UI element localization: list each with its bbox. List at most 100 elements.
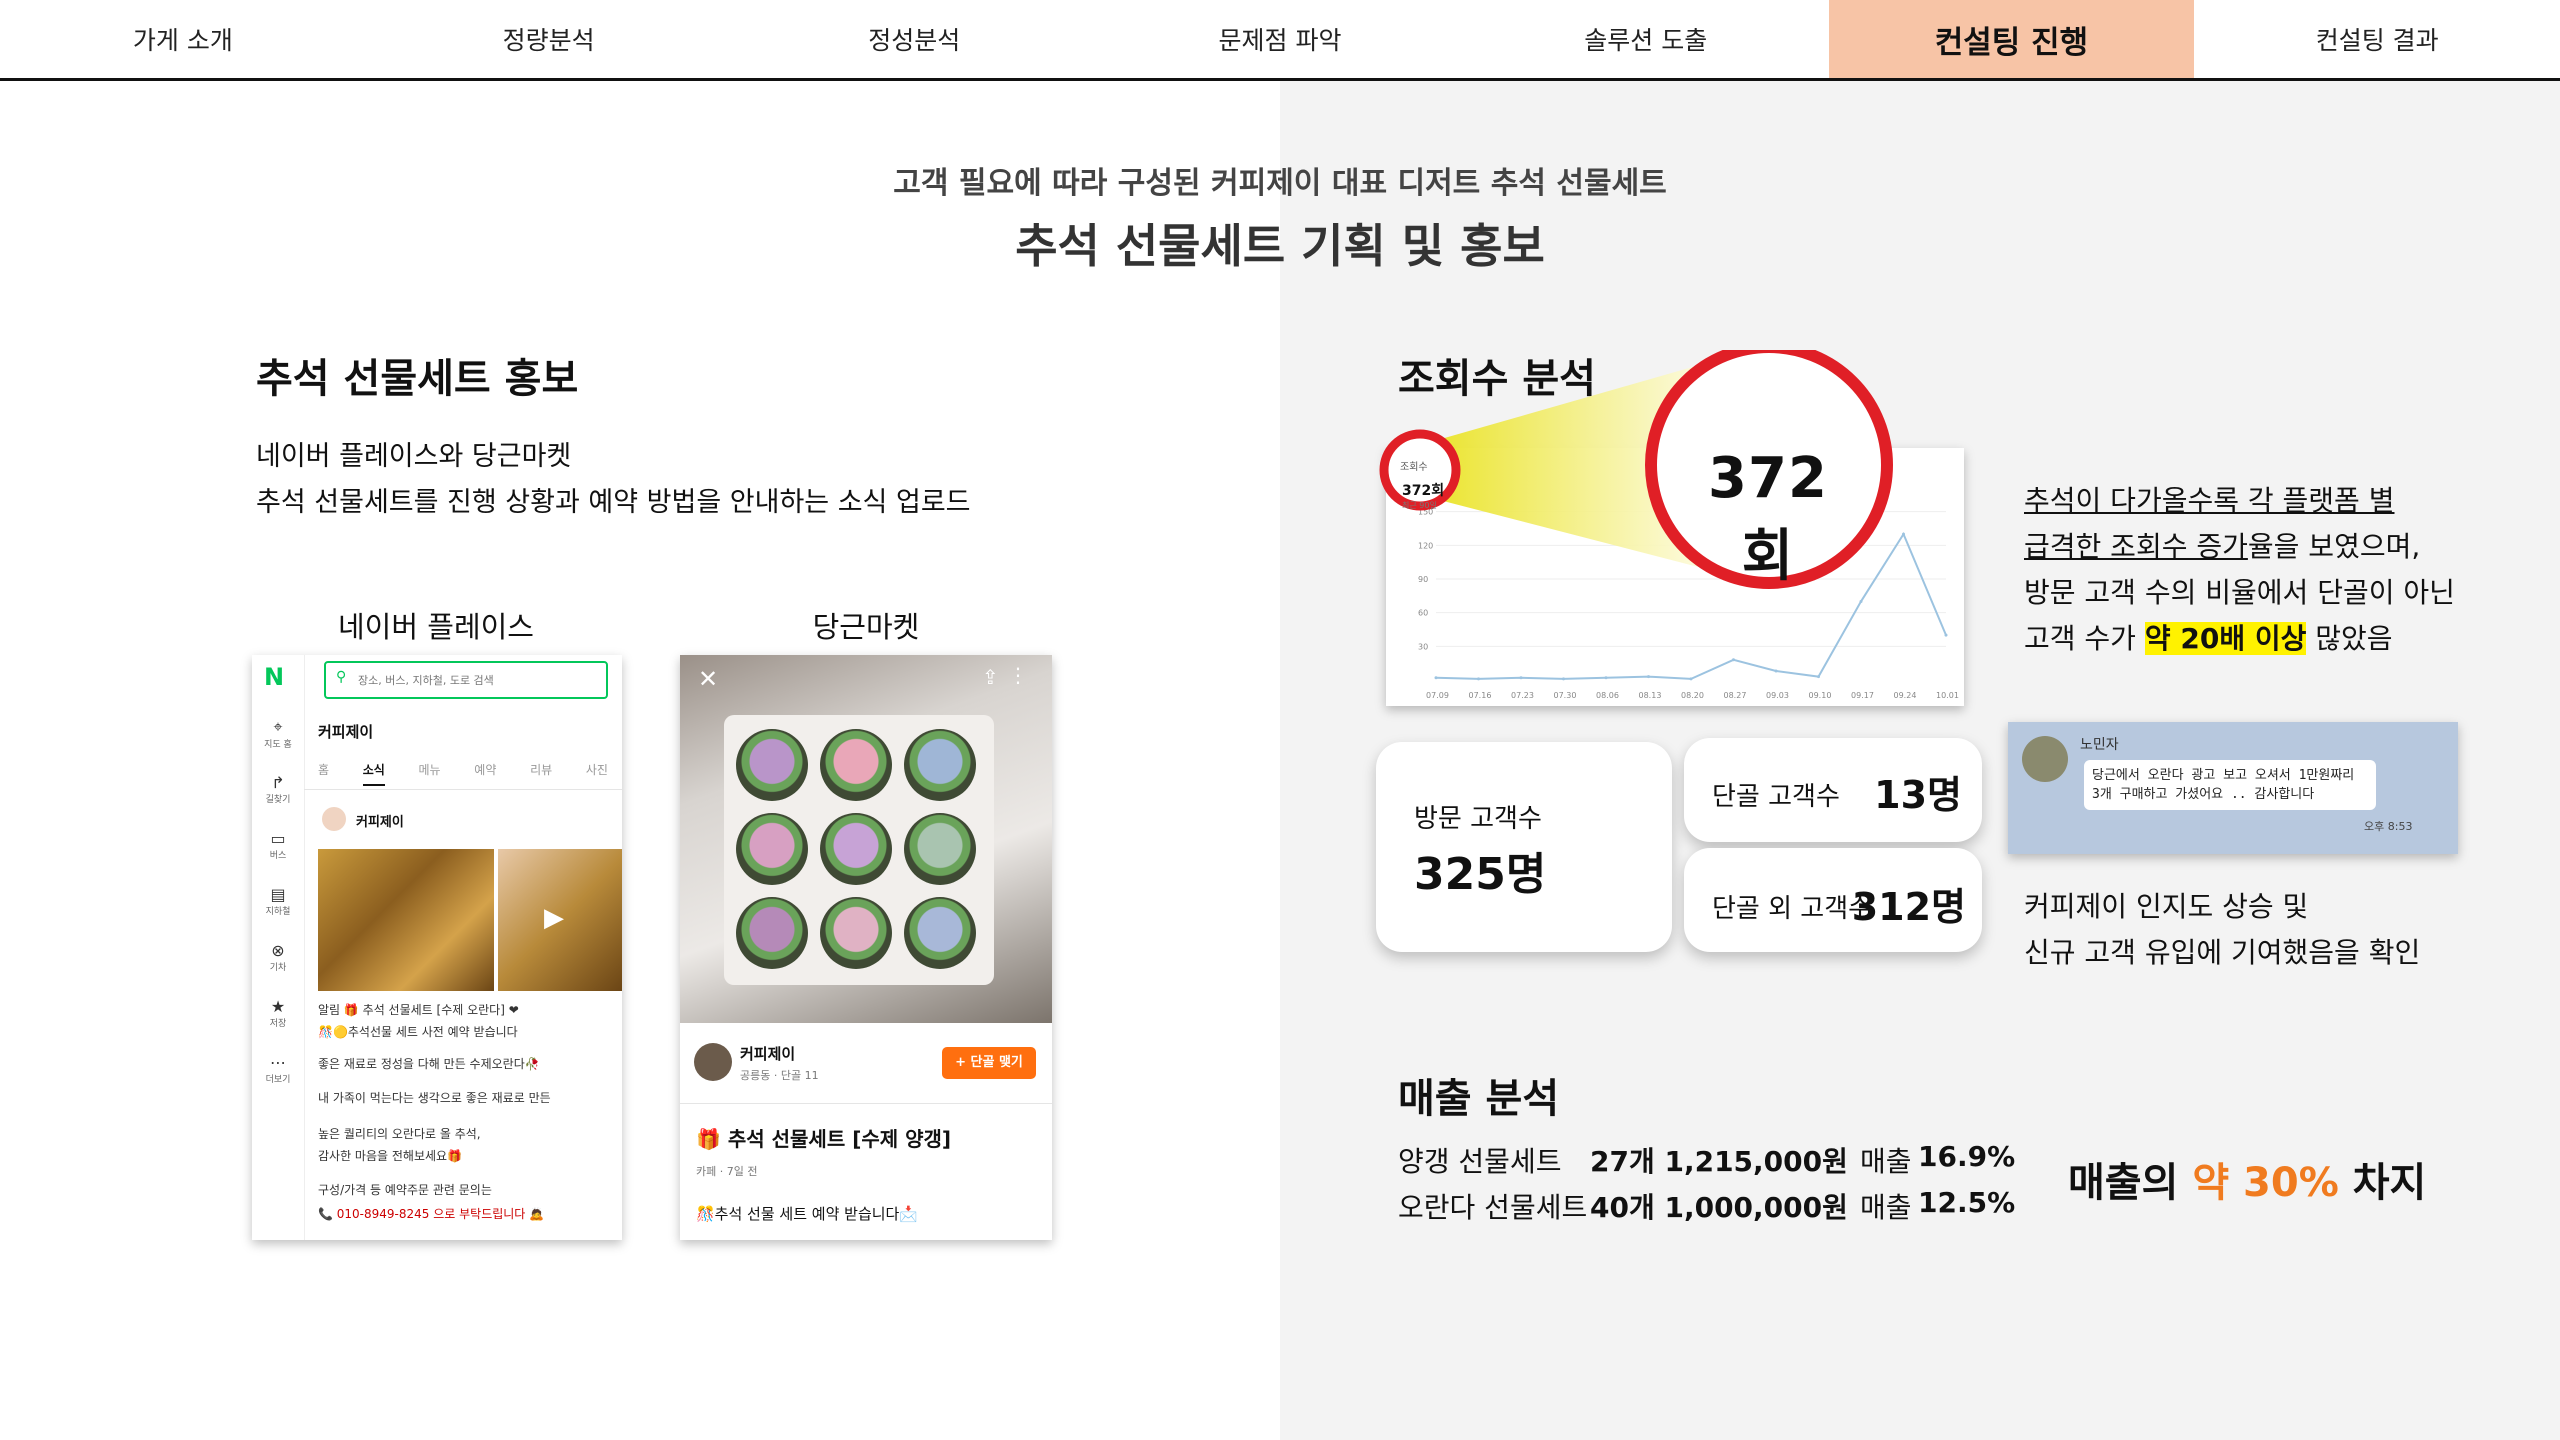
sales-table: 양갱 선물세트 27개 1,215,000원 매출 16.9% 오란다 선물세트 40개 … [1398,1140,2038,1232]
promo-heading: 추석 선물세트 홍보 [256,356,579,402]
tab-7[interactable]: 컨설팅 결과 [2194,0,2560,78]
x-tick-label: 07.30 [1554,691,1577,700]
karrot-label: 당근마켓 [812,610,920,644]
follow-button[interactable]: + 단골 맺기 [942,1047,1036,1079]
tab-4[interactable]: 문제점 파악 [1097,0,1463,78]
yanggaeng-piece [736,897,808,969]
naver-tab-5[interactable]: 리뷰 [530,761,552,786]
karrot-post-title: 🎁 추석 선물세트 [수제 양갱] [696,1127,952,1151]
side-icon: ⋯ [270,1053,286,1072]
yanggaeng-piece [736,813,808,885]
sales-item-name: 양갱 선물세트 [1398,1145,1562,1178]
tab-2[interactable]: 정량분석 [366,0,732,78]
side-icon: ⊗ [271,941,285,960]
nonregular-card: 단골 외 고객수 312명 [1684,848,1982,952]
sales-heading: 매출 분석 [1398,1076,1560,1122]
side-item-7[interactable]: ⋯ 더보기 [252,1053,304,1109]
yanggaeng-photo: ✕ ⇪ ⋮ [680,655,1052,1023]
side-item-1[interactable]: ⌖ 지도 홈 [252,717,304,773]
x-tick-label: 08.06 [1596,691,1619,700]
sales-qty-amount: 40개 1,000,000원 [1590,1191,1848,1224]
visitors-label: 방문 고객수 [1414,804,1542,834]
naver-post-line: 내 가족이 먹는다는 생각으로 좋은 재료로 만든 [318,1091,551,1105]
x-tick-label: 10.01 [1936,691,1959,700]
sales-summary-c: 차지 [2338,1160,2427,1206]
search-placeholder: 장소, 버스, 지하철, 도로 검색 [358,674,494,687]
sales-share-label: 매출 [1860,1191,1912,1224]
naver-post-line: 좋은 재료로 정성을 다해 만든 수제오란다🥀 [318,1057,540,1071]
tab-3[interactable]: 정성분석 [731,0,1097,78]
x-tick-label: 07.16 [1469,691,1492,700]
tab-5[interactable]: 솔루션 도출 [1463,0,1829,78]
naver-logo: N [264,663,285,691]
naver-post-line: 구성/가격 등 예약주문 관련 문의는 [318,1183,492,1197]
chat-message: 당근에서 오란다 광고 보고 오셔서 1만원짜리 3개 구매하고 가셨어요 ..… [2084,760,2376,810]
side-label: 기차 [269,963,287,973]
naver-tab-3[interactable]: 메뉴 [419,761,441,786]
x-tick-label: 07.09 [1426,691,1449,700]
sales-share-label: 매출 [1860,1145,1912,1178]
sales-row: 오란다 선물세트 40개 1,000,000원 매출 12.5% [1398,1186,2038,1232]
regular-label: 단골 고객수 [1712,782,1840,812]
data-point [1689,677,1693,681]
more-icon[interactable]: ⋮ [1008,663,1028,687]
share-icon[interactable]: ⇪ [982,665,999,689]
views-conclusion: 커피제이 인지도 상승 및 신규 고객 유입에 기여했음을 확인 [2024,884,2420,976]
data-point [1647,675,1650,679]
naver-place-screenshot: N ⌖ 지도 홈 ↱ 길찾기 ▭ 버스 ▤ 지하철 ⊗ 기차 ★ 저장 ⋯ 더보기 ⚲ 장소, 버스, 지… [252,655,622,1240]
karrot-post-meta: 카페 · 7일 전 [696,1165,758,1178]
naver-search-input[interactable]: ⚲ 장소, 버스, 지하철, 도로 검색 [324,661,608,699]
x-tick-label: 08.20 [1681,691,1704,700]
yanggaeng-piece [904,729,976,801]
side-item-2[interactable]: ↱ 길찾기 [252,773,304,829]
chat-name: 노민자 [2080,737,2119,753]
side-item-6[interactable]: ★ 저장 [252,997,304,1053]
naver-tab-4[interactable]: 예약 [474,761,496,786]
naver-post-line: 🎊🟡추석선물 세트 사전 예약 받습니다 [318,1025,518,1039]
side-label: 더보기 [265,1075,291,1085]
mini-views-label: 조회수 [1400,462,1428,473]
shop-avatar [694,1043,732,1081]
side-label: 버스 [269,851,287,861]
x-tick-label: 07.23 [1511,691,1534,700]
tab-6[interactable]: 컨설팅 진행 [1828,0,2195,78]
naver-tab-6[interactable]: 사진 [586,761,608,786]
x-tick-label: 08.13 [1639,691,1662,700]
data-point [1477,677,1480,681]
oranda-video-thumbnail[interactable]: ▶ [498,849,622,991]
visitors-value: 325명 [1414,849,1547,900]
naver-tab-2[interactable]: 소식 [362,761,385,786]
tab-1[interactable]: 가게 소개 [0,0,366,78]
sales-summary-a: 매출의 [2068,1160,2193,1206]
sales-summary: 매출의 약 30% 차지 [2068,1150,2426,1208]
views-text-2b: 율을 보였으며, [2247,530,2421,563]
sales-share: 16.9% [1918,1140,2016,1173]
sales-share: 12.5% [1918,1186,2016,1219]
side-label: 지도 홈 [264,740,292,750]
side-icon: ★ [270,997,286,1016]
data-point [1944,633,1948,637]
yanggaeng-piece [820,813,892,885]
side-item-5[interactable]: ⊗ 기차 [252,941,304,997]
views-text-2a: 급격한 조회수 증가 [2024,530,2248,563]
views-text-4a: 고객 수가 [2024,622,2145,655]
naver-tabs: 홈 소식 메뉴 예약 리뷰 사진 [318,761,608,786]
data-point [1434,676,1438,680]
side-item-4[interactable]: ▤ 지하철 [252,885,304,941]
divider [304,789,622,790]
views-explanation: 추석이 다가올수록 각 플랫폼 별 급격한 조회수 증가율을 보였으며, 방문 … [2024,478,2455,662]
naver-side-rail: N ⌖ 지도 홈 ↱ 길찾기 ▭ 버스 ▤ 지하철 ⊗ 기차 ★ 저장 ⋯ 더보기 [252,655,305,1240]
side-item-3[interactable]: ▭ 버스 [252,829,304,885]
close-icon[interactable]: ✕ [698,665,718,693]
mini-views-value: 372회 [1402,483,1445,499]
search-icon: ⚲ [336,669,347,685]
side-label: 저장 [269,1019,287,1029]
data-point [1562,677,1565,681]
side-icon: ▭ [270,829,286,848]
naver-tab-1[interactable]: 홈 [318,761,329,786]
views-text-3: 방문 고객 수의 비율에서 단골이 아닌 [2024,576,2455,609]
data-point [1817,675,1820,679]
nonregular-value: 312명 [1851,885,1966,929]
yanggaeng-piece [820,897,892,969]
x-tick-label: 09.24 [1894,691,1917,700]
